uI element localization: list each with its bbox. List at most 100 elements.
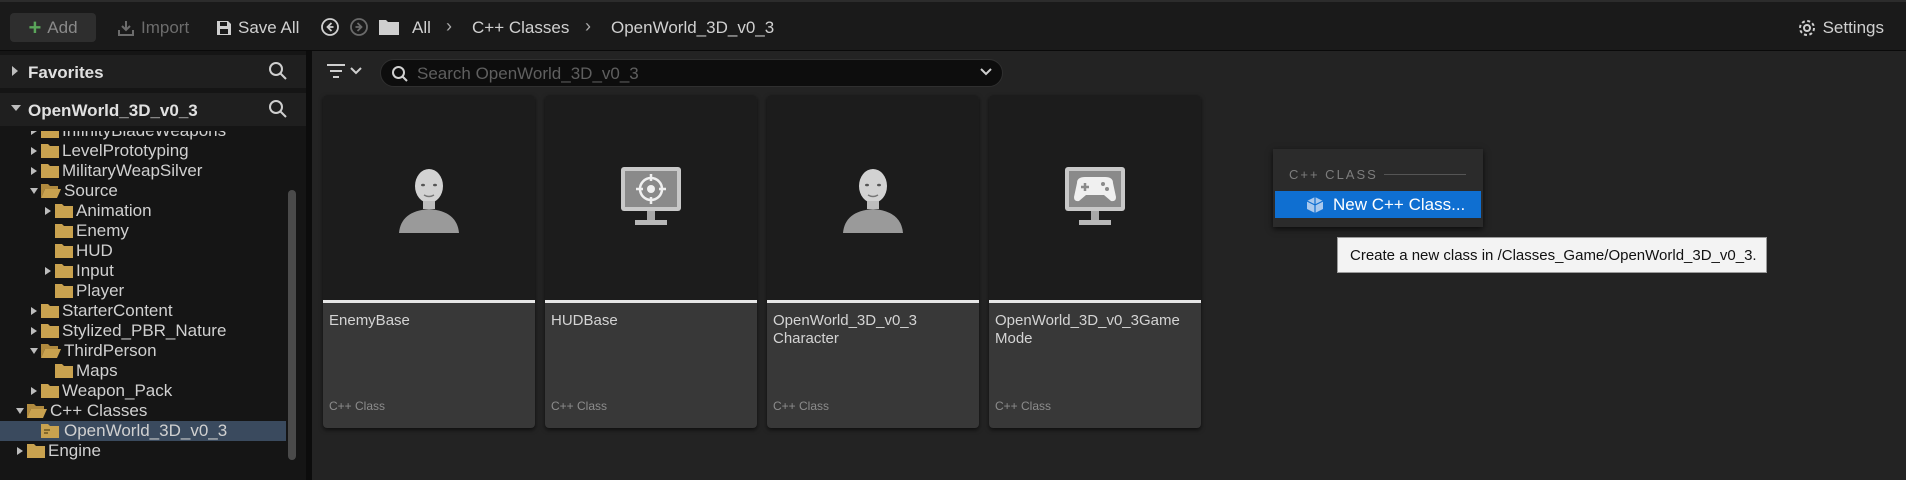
tree-item-label: Enemy — [76, 221, 129, 240]
asset-type-bar — [545, 300, 757, 303]
folder-icon — [26, 443, 46, 459]
asset-tile[interactable]: EnemyBase C++ Class — [323, 95, 535, 428]
folder-icon — [54, 203, 74, 219]
breadcrumb-all[interactable]: All — [412, 18, 431, 38]
tree-item[interactable]: Player — [0, 281, 286, 301]
tree-item[interactable]: Animation — [0, 201, 286, 221]
asset-tile[interactable]: OpenWorld_3D_v0_3Game Mode C++ Class — [989, 95, 1201, 428]
tree-scrollbar[interactable] — [288, 190, 296, 460]
chevron-right-icon[interactable] — [28, 306, 40, 316]
chevron-right-icon[interactable] — [42, 206, 54, 216]
tree-item-label: StarterContent — [62, 301, 173, 320]
tree-item-label: ThirdPerson — [64, 341, 157, 360]
tree-item[interactable]: StarterContent — [0, 301, 286, 321]
save-all-button[interactable]: Save All — [216, 14, 299, 42]
settings-button[interactable]: Settings — [1797, 14, 1884, 42]
chevron-right-icon: › — [446, 16, 452, 36]
tree-item-label: Source — [64, 181, 118, 200]
project-label: OpenWorld_3D_v0_3 — [28, 101, 198, 120]
filter-button[interactable] — [326, 63, 362, 79]
add-button[interactable]: + Add — [10, 13, 96, 42]
folder-icon[interactable] — [378, 18, 400, 36]
filter-icon — [326, 63, 346, 79]
chevron-right-icon[interactable] — [28, 166, 40, 176]
tree-item[interactable]: C++ Classes — [0, 401, 286, 421]
tree-item[interactable]: Maps — [0, 361, 286, 381]
save-all-label: Save All — [238, 18, 300, 37]
folder-icon — [40, 163, 60, 179]
asset-thumbnail — [545, 95, 757, 303]
chevron-right-icon[interactable] — [28, 386, 40, 396]
search-bar[interactable] — [380, 59, 1003, 87]
new-cpp-class-menu-item[interactable]: New C++ Class... — [1275, 191, 1481, 218]
menu-divider — [1384, 174, 1466, 175]
chevron-right-icon[interactable] — [28, 326, 40, 336]
chevron-down-icon[interactable] — [28, 347, 40, 355]
asset-tile[interactable]: HUDBase C++ Class — [545, 95, 757, 428]
settings-label: Settings — [1822, 18, 1884, 37]
chevron-right-icon — [10, 65, 20, 77]
tree-item[interactable]: Stylized_PBR_Nature — [0, 321, 286, 341]
chevron-right-icon[interactable] — [14, 446, 26, 456]
asset-thumbnail — [989, 95, 1201, 303]
tree-item[interactable]: ThirdPerson — [0, 341, 286, 361]
project-header[interactable]: OpenWorld_3D_v0_3 — [0, 93, 306, 126]
tree-item-label: Stylized_PBR_Nature — [62, 321, 227, 340]
folder-tree: InfinityBladeWeaponsLevelPrototypingMili… — [0, 131, 286, 480]
tree-item[interactable]: HUD — [0, 241, 286, 261]
asset-thumbnail — [323, 95, 535, 303]
favorites-header[interactable]: Favorites — [0, 55, 306, 88]
asset-type-bar — [323, 300, 535, 303]
character-icon — [837, 161, 909, 233]
tree-item-label: Weapon_Pack — [62, 381, 173, 400]
tree-item-label: InfinityBladeWeapons — [62, 131, 226, 141]
new-cpp-class-label: New C++ Class... — [1333, 194, 1466, 214]
tree-item-label: MilitaryWeapSilver — [62, 161, 203, 180]
sources-panel: Favorites OpenWorld_3D_v0_3 InfinityBlad… — [0, 51, 306, 480]
chevron-down-icon — [10, 103, 22, 113]
search-icon[interactable] — [268, 99, 288, 119]
folder-icon — [54, 363, 74, 379]
tree-item[interactable]: LevelPrototyping — [0, 141, 286, 161]
character-icon — [393, 161, 465, 233]
plus-icon: + — [28, 14, 42, 40]
search-icon — [391, 65, 409, 83]
import-button[interactable]: Import — [117, 14, 189, 42]
cpp-class-icon — [1305, 196, 1325, 214]
cpp-folder-icon — [40, 423, 62, 439]
asset-tile[interactable]: OpenWorld_3D_v0_3 Character C++ Class — [767, 95, 979, 428]
tree-item[interactable]: Source — [0, 181, 286, 201]
folder-icon — [40, 383, 60, 399]
tree-item[interactable]: MilitaryWeapSilver — [0, 161, 286, 181]
asset-type: C++ Class — [773, 399, 830, 413]
tree-item[interactable]: InfinityBladeWeapons — [0, 131, 286, 141]
chevron-down-icon[interactable] — [28, 187, 40, 195]
add-label: Add — [47, 17, 78, 37]
breadcrumb-project[interactable]: OpenWorld_3D_v0_3 — [611, 18, 774, 38]
search-input[interactable] — [415, 63, 979, 85]
asset-name: OpenWorld_3D_v0_3 Character — [773, 312, 917, 347]
asset-name: HUDBase — [551, 312, 618, 329]
tree-item[interactable]: Engine — [0, 441, 286, 461]
asset-type: C++ Class — [551, 399, 608, 413]
folder-icon — [40, 131, 60, 139]
tree-item[interactable]: Weapon_Pack — [0, 381, 286, 401]
chevron-down-icon[interactable] — [980, 68, 992, 76]
breadcrumb-cpp-classes[interactable]: C++ Classes — [472, 18, 569, 38]
folder-icon — [54, 243, 74, 259]
chevron-down-icon[interactable] — [14, 407, 26, 415]
tree-item[interactable]: Input — [0, 261, 286, 281]
tree-item[interactable]: Enemy — [0, 221, 286, 241]
tree-item[interactable]: OpenWorld_3D_v0_3 — [0, 421, 286, 441]
forward-icon[interactable] — [349, 17, 369, 37]
chevron-right-icon[interactable] — [42, 266, 54, 276]
tree-item-label: Maps — [76, 361, 118, 380]
import-icon — [117, 19, 135, 37]
folder-icon — [40, 143, 60, 159]
search-icon[interactable] — [268, 61, 288, 81]
chevron-right-icon[interactable] — [28, 131, 40, 136]
asset-type-bar — [767, 300, 979, 303]
chevron-right-icon[interactable] — [28, 146, 40, 156]
chevron-down-icon — [350, 67, 362, 75]
back-icon[interactable] — [320, 17, 340, 37]
